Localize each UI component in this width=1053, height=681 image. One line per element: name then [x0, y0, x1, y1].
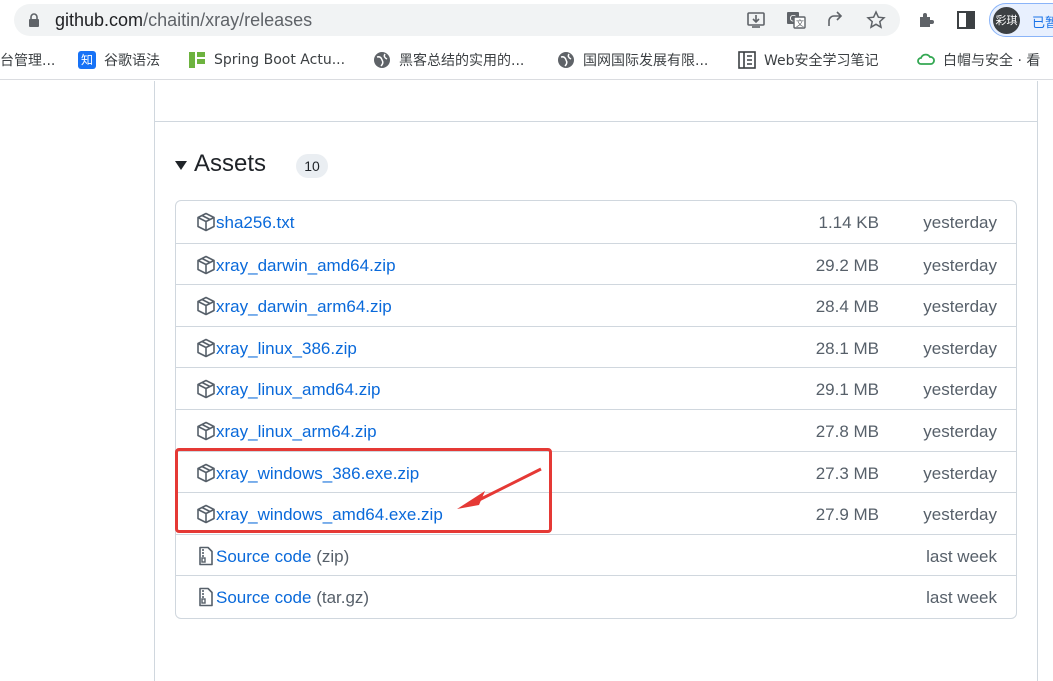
asset-size: 27.3 MB: [815, 463, 879, 483]
asset-name: xray_darwin_arm64.zip: [216, 297, 392, 317]
share-icon[interactable]: [826, 10, 846, 30]
asset-name: xray_darwin_amd64.zip: [216, 255, 396, 275]
file-zip-icon: [199, 546, 213, 566]
bookmark-item[interactable]: 黑客总结的实用的...: [373, 50, 524, 70]
cloud-icon: [917, 51, 935, 69]
asset-link[interactable]: xray_darwin_arm64.zip: [216, 297, 392, 317]
browser-toolbar: github.com/chaitin/xray/releases G 文 彩琪 …: [0, 0, 1053, 40]
asset-name: sha256.txt: [216, 213, 295, 232]
side-panel-icon[interactable]: [956, 10, 976, 30]
asset-row: xray_linux_arm64.zip 27.8 MB yesterday: [176, 409, 1016, 451]
asset-date: yesterday: [923, 338, 997, 358]
address-bar[interactable]: github.com/chaitin/xray/releases G 文: [14, 4, 900, 36]
url-host: github.com: [55, 10, 144, 30]
asset-row: xray_darwin_amd64.zip 29.2 MB yesterday: [176, 242, 1016, 285]
asset-list: sha256.txt 1.14 KB yesterday xray_darwin_am…: [175, 200, 1017, 619]
bookmark-label: 黑客总结的实用的...: [399, 53, 525, 69]
asset-link[interactable]: Source code (tar.gz): [216, 588, 369, 608]
release-card: Assets 10 sha256.txt 1.14 KB yesterday xray…: [154, 81, 1038, 681]
asset-date: yesterday: [923, 422, 997, 441]
asset-name: xray_linux_386.zip: [216, 338, 357, 358]
package-icon: [197, 421, 215, 441]
bookmark-item[interactable]: 白帽与安全 · 看: [917, 50, 1040, 70]
bookmark-label: 国网国际发展有限...: [583, 53, 709, 69]
asset-date: yesterday: [923, 463, 997, 483]
asset-row: Source code (zip) last week: [176, 533, 1016, 576]
asset-date: yesterday: [923, 255, 997, 275]
spring-icon: [188, 51, 206, 69]
bookmark-label: Web安全学习笔记: [764, 53, 879, 69]
lock-icon[interactable]: [28, 13, 40, 27]
bookmark-label: 谷歌语法: [104, 53, 160, 69]
asset-size: 29.2 MB: [815, 255, 879, 275]
extensions-icon[interactable]: [916, 10, 936, 30]
book-icon: [738, 51, 756, 69]
asset-date: last week: [926, 588, 997, 608]
asset-date: yesterday: [923, 213, 997, 232]
asset-size: 28.4 MB: [815, 297, 879, 317]
asset-size: 1.14 KB: [818, 213, 880, 232]
profile-label: 已暂: [1032, 16, 1053, 31]
svg-text:文: 文: [796, 18, 804, 28]
assets-title: Assets: [194, 150, 267, 177]
bookmark-label: 白帽与安全 · 看: [943, 53, 1041, 69]
asset-link[interactable]: xray_linux_arm64.zip: [216, 422, 377, 442]
asset-date: last week: [926, 546, 997, 566]
profile-button[interactable]: 彩琪 已暂: [989, 3, 1053, 37]
asset-format: (zip): [316, 546, 350, 566]
asset-name: Source code: [216, 546, 312, 566]
asset-row: xray_darwin_arm64.zip 28.4 MB yesterday: [176, 284, 1016, 326]
asset-date: yesterday: [923, 297, 997, 317]
asset-link[interactable]: sha256.txt: [216, 213, 294, 233]
bookmarks-bar: 台管理... 知 谷歌语法 Spring Boot Actu... 黑客总结的实…: [0, 40, 1053, 80]
url-text[interactable]: github.com/chaitin/xray/releases: [55, 10, 312, 31]
asset-size: 28.1 MB: [815, 338, 879, 358]
asset-size: 29.1 MB: [815, 380, 879, 400]
globe-icon: [557, 51, 575, 69]
package-icon: [197, 296, 215, 316]
package-icon: [197, 255, 215, 274]
asset-date: yesterday: [923, 380, 997, 400]
translate-icon[interactable]: G 文: [786, 10, 806, 30]
disclosure-triangle-icon: [175, 160, 187, 170]
assets-count-badge: 10: [296, 153, 329, 178]
bookmark-item[interactable]: 台管理...: [0, 50, 55, 70]
asset-name: Source code: [216, 588, 312, 608]
asset-link[interactable]: xray_linux_386.zip: [216, 339, 357, 359]
bookmark-item[interactable]: Spring Boot Actu...: [188, 50, 345, 70]
divider: [155, 121, 1037, 122]
asset-row: sha256.txt 1.14 KB yesterday: [176, 201, 1016, 243]
asset-link[interactable]: xray_darwin_amd64.zip: [216, 256, 396, 276]
file-zip-icon: [199, 588, 213, 607]
package-icon: [197, 338, 215, 358]
asset-name: xray_linux_amd64.zip: [216, 380, 381, 400]
red-arrow-annotation: [457, 467, 542, 509]
asset-name: xray_linux_arm64.zip: [216, 422, 377, 441]
bookmark-item[interactable]: 知 谷歌语法: [78, 50, 160, 70]
asset-row: xray_linux_amd64.zip 29.1 MB yesterday: [176, 367, 1016, 409]
package-icon: [197, 212, 215, 232]
asset-size: 27.9 MB: [815, 505, 879, 525]
asset-row: xray_linux_386.zip 28.1 MB yesterday: [176, 325, 1016, 368]
bookmark-star-icon[interactable]: [866, 10, 886, 30]
install-app-icon[interactable]: [746, 10, 766, 30]
url-path: /chaitin/xray/releases: [143, 10, 313, 30]
asset-link[interactable]: Source code (zip): [216, 547, 349, 567]
bookmark-item[interactable]: 国网国际发展有限...: [557, 50, 708, 70]
asset-row: Source code (tar.gz) last week: [176, 575, 1016, 617]
asset-size: 27.8 MB: [815, 422, 879, 441]
avatar: 彩琪: [993, 7, 1020, 34]
assets-toggle[interactable]: Assets 10: [175, 150, 329, 178]
package-icon: [197, 380, 215, 399]
asset-format: (tar.gz): [316, 588, 370, 608]
globe-icon: [373, 51, 391, 69]
release-page: Assets 10 sha256.txt 1.14 KB yesterday xray…: [0, 81, 1053, 681]
asset-date: yesterday: [923, 505, 997, 525]
zhihu-icon: 知: [78, 51, 96, 69]
bookmark-label: 台管理...: [0, 53, 56, 69]
bookmark-label: Spring Boot Actu...: [214, 52, 346, 68]
bookmark-item[interactable]: Web安全学习笔记: [738, 50, 879, 70]
asset-link[interactable]: xray_linux_amd64.zip: [216, 380, 380, 400]
